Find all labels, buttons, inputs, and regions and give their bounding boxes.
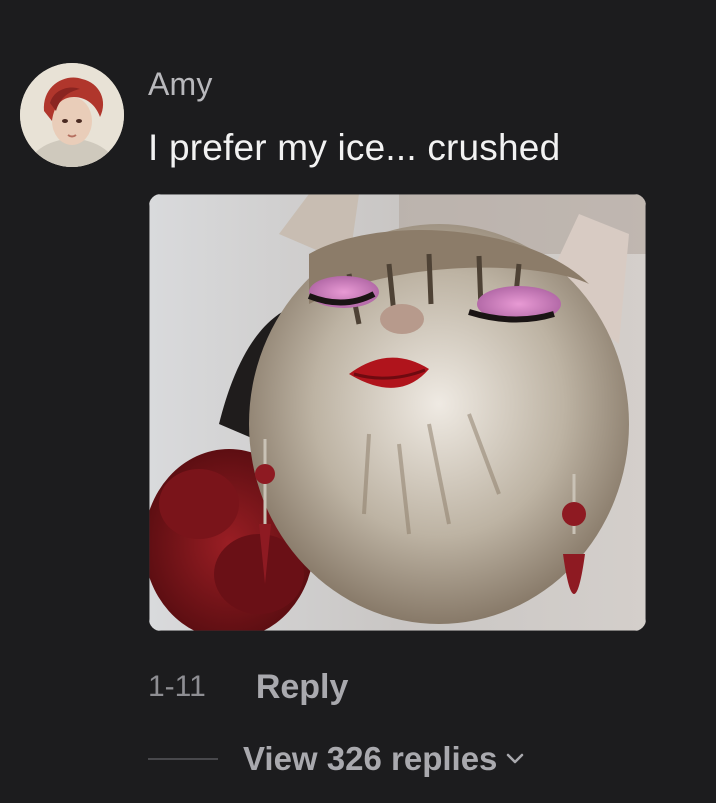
comment-card: Amy I prefer my ice... crushed 1-11 Repl…: [0, 0, 716, 803]
comment-date: 1-11: [148, 670, 206, 703]
avatar-photo-icon: [20, 63, 124, 167]
replies-divider: [148, 758, 218, 760]
reply-button[interactable]: Reply: [256, 668, 349, 707]
chevron-down-icon: [507, 753, 524, 764]
cat-makeup-photo-icon: [149, 194, 646, 631]
user-avatar[interactable]: [20, 63, 124, 167]
view-replies-row: View 326 replies: [148, 737, 525, 781]
comment-media-image[interactable]: [149, 194, 646, 631]
view-replies-label: View 326 replies: [243, 740, 498, 777]
comment-meta-row: 1-11 Reply: [148, 667, 348, 707]
view-replies-button[interactable]: View 326 replies: [243, 740, 525, 778]
comment-username[interactable]: Amy: [148, 66, 213, 103]
comment-text: I prefer my ice... crushed: [148, 127, 561, 168]
